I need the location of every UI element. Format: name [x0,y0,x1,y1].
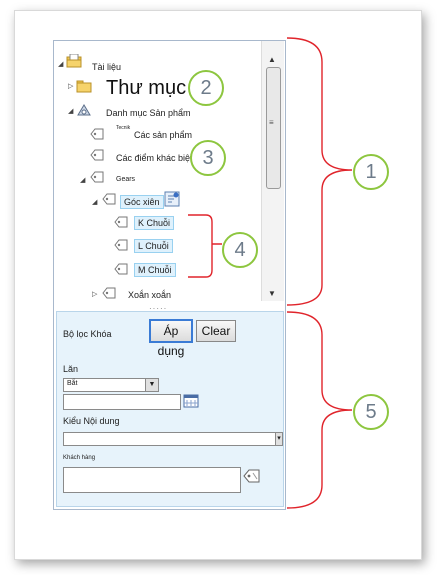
tag-icon [114,239,128,251]
lan-select[interactable]: Bắt ▼ [63,378,159,392]
customer-input[interactable] [63,467,241,493]
chevron-down-icon[interactable]: ▾ [275,433,282,445]
lan-select-value: Bắt [67,380,78,387]
k-prefix: K [138,218,145,228]
tag-icon [90,128,104,140]
tree-item-spiral[interactable]: Xoắn xoắn [128,290,171,300]
tree-item-products[interactable]: Các sản phẩm [134,130,192,140]
scrollbar-thumb[interactable] [266,67,281,189]
tree-item-catalog[interactable]: Danh mục Sản phẩm [106,108,191,118]
grip-icon: ≡ [269,118,274,127]
m-prefix: M [138,265,146,275]
l-prefix: L [138,241,143,251]
navigation-panel: ◢ Tài liệu ▷ Thư mục 2 ◢ Danh mục Sản ph… [53,40,286,510]
key-filter-panel: Bộ lọc Khóa Áp dụng Clear Lăn Bắt ▼ Kiểu… [56,311,284,507]
content-type-select[interactable]: ▾ [63,432,283,446]
calendar-icon[interactable] [183,394,199,408]
callout-5: 5 [353,394,389,430]
catalog-icon [77,104,91,116]
expand-triangle-icon[interactable]: ◢ [58,60,63,68]
lan-label: Lăn [63,364,79,374]
folder-icon [76,80,92,93]
tree-item-root[interactable]: Tài liệu [92,62,121,72]
browse-tags-icon[interactable] [243,469,261,483]
tag-icon [114,216,128,228]
tag-icon [90,149,104,161]
tree-item-l-chain[interactable]: L Chuỗi [134,239,173,253]
tag-icon [102,287,116,299]
tree-item-m-chain[interactable]: M Chuỗi [134,263,176,277]
document-library-icon [66,54,82,68]
callout-3: 3 [190,140,226,176]
collapse-triangle-icon[interactable]: ▷ [92,290,97,298]
expand-triangle-icon[interactable]: ◢ [80,176,85,184]
vertical-scrollbar[interactable]: ▲ ≡ ▼ [261,41,284,301]
content-type-label: Kiểu Nội dung [63,416,120,426]
tree-item-differences[interactable]: Các điểm khác biệt [116,153,193,163]
edit-properties-icon[interactable] [164,191,180,207]
tree-item-gears[interactable]: Gears [116,176,135,183]
apply-button[interactable]: Áp dụng [149,319,193,358]
scroll-down-icon[interactable]: ▼ [268,289,276,298]
callout-2: 2 [188,70,224,106]
expand-triangle-icon[interactable]: ◢ [92,198,97,206]
customer-label: Khách hàng [63,455,96,461]
products-prefix: Tecnik [116,125,131,131]
k-label: Chuỗi [146,218,171,228]
collapse-triangle-icon[interactable]: ▷ [68,82,73,90]
tag-icon [90,171,104,183]
chevron-down-icon[interactable]: ▼ [145,379,158,391]
l-label: Chuỗi [145,241,169,251]
tree-item-k-chain[interactable]: K Chuỗi [134,216,175,230]
callout-1: 1 [353,154,389,190]
date-input[interactable] [63,394,181,410]
callout-4: 4 [222,232,258,268]
tree-item-angle[interactable]: Góc xiên [120,195,164,209]
scroll-up-icon[interactable]: ▲ [268,55,276,64]
expand-triangle-icon[interactable]: ◢ [68,107,73,115]
tag-icon [102,193,116,205]
filter-title: Bộ lọc Khóa [63,329,112,339]
m-label: Chuỗi [148,265,172,275]
tag-icon [114,263,128,275]
clear-button[interactable]: Clear [196,320,236,342]
